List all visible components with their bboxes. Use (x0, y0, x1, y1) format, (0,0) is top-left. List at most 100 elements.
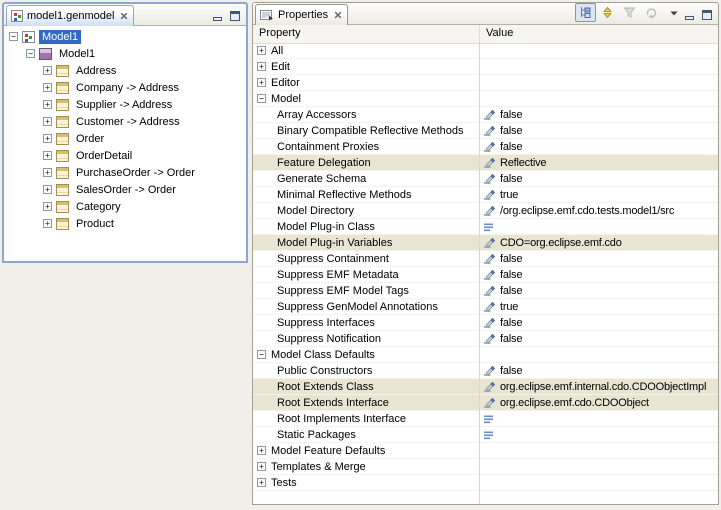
expand-icon[interactable]: + (43, 151, 52, 160)
property-row[interactable]: Model Plug-in VariablesCDO=org.eclipse.e… (253, 235, 718, 251)
expand-icon[interactable]: + (257, 462, 266, 471)
expand-icon[interactable]: + (257, 46, 266, 55)
property-value-cell: /org.eclipse.emf.cdo.tests.model1/src (479, 205, 718, 217)
property-category-row[interactable]: +All (253, 43, 718, 59)
pencil-value-icon (483, 333, 496, 345)
property-category-row[interactable]: +Edit (253, 59, 718, 75)
tree-item[interactable]: +PurchaseOrder -> Order (6, 164, 246, 181)
tree-item[interactable]: +SalesOrder -> Order (6, 181, 246, 198)
property-row[interactable]: Suppress GenModel Annotationstrue (253, 299, 718, 315)
property-name: Suppress Containment (253, 253, 389, 265)
property-value-cell: false (479, 333, 718, 345)
pencil-value-icon (483, 141, 496, 153)
collapse-icon[interactable]: − (26, 49, 35, 58)
property-category-row[interactable]: + Templates & Merge (253, 459, 718, 475)
editor-tab[interactable]: model1.genmodel (6, 5, 134, 26)
tree-item[interactable]: −Model1 (6, 45, 246, 62)
expand-icon[interactable]: + (43, 66, 52, 75)
show-tree-icon[interactable] (575, 3, 596, 22)
property-row[interactable]: Public Constructorsfalse (253, 363, 718, 379)
collapse-icon[interactable]: − (257, 350, 266, 359)
property-row[interactable]: Suppress EMF Model Tagsfalse (253, 283, 718, 299)
property-value: /org.eclipse.emf.cdo.tests.model1/src (500, 205, 674, 217)
property-row[interactable]: Model Directory/org.eclipse.emf.cdo.test… (253, 203, 718, 219)
expand-icon[interactable]: + (257, 446, 266, 455)
property-category-row[interactable]: +Tests (253, 475, 718, 491)
property-category-row[interactable]: −Model (253, 91, 718, 107)
tree-item[interactable]: +Supplier -> Address (6, 96, 246, 113)
property-row[interactable]: Generate Schemafalse (253, 171, 718, 187)
properties-view-icon (260, 9, 274, 21)
restore-default-icon[interactable] (641, 3, 662, 22)
expand-icon[interactable]: + (257, 62, 266, 71)
property-category-row[interactable]: +Editor (253, 75, 718, 91)
tab-close-icon[interactable] (334, 11, 342, 19)
property-name-cell: Suppress Notification (253, 333, 479, 345)
expand-icon[interactable]: + (43, 202, 52, 211)
property-row[interactable]: Model Plug-in Class (253, 219, 718, 235)
property-name-cell: Minimal Reflective Methods (253, 189, 479, 201)
properties-tab[interactable]: Properties (255, 4, 348, 25)
collapse-icon[interactable]: − (257, 94, 266, 103)
property-category-row[interactable]: +Model Feature Defaults (253, 443, 718, 459)
filter-icon[interactable] (619, 3, 640, 22)
property-name-cell: −Model Class Defaults (253, 349, 479, 361)
property-row[interactable]: Root Extends Classorg.eclipse.emf.intern… (253, 379, 718, 395)
property-value: org.eclipse.emf.internal.cdo.CDOObjectIm… (500, 381, 706, 393)
expand-icon[interactable]: + (43, 168, 52, 177)
value-column-header[interactable]: Value (479, 25, 718, 43)
tree-item[interactable]: +Customer -> Address (6, 113, 246, 130)
pencil-value-icon (483, 301, 496, 313)
genmodel-tree-root: −Model1−Model1+Address+Company -> Addres… (6, 28, 246, 232)
property-row[interactable]: Static Packages (253, 427, 718, 443)
property-value-cell: false (479, 253, 718, 265)
tree-item[interactable]: +Order (6, 130, 246, 147)
tree-item-label: Category (73, 200, 124, 214)
property-name-cell: Suppress GenModel Annotations (253, 301, 479, 313)
tree-item[interactable]: +Product (6, 215, 246, 232)
tree-item[interactable]: +Address (6, 62, 246, 79)
expand-icon[interactable]: + (43, 134, 52, 143)
property-row[interactable]: Feature DelegationReflective (253, 155, 718, 171)
property-row[interactable]: Binary Compatible Reflective Methodsfals… (253, 123, 718, 139)
property-row[interactable]: Suppress Interfacesfalse (253, 315, 718, 331)
property-value-cell: false (479, 269, 718, 281)
property-name-cell: +All (253, 45, 479, 57)
maximize-icon[interactable] (701, 10, 713, 21)
column-resize-handle[interactable] (479, 43, 480, 504)
minimize-icon[interactable] (212, 11, 224, 22)
expand-icon[interactable]: + (257, 78, 266, 87)
expand-icon[interactable]: + (43, 117, 52, 126)
class-icon (56, 167, 69, 179)
property-name: Generate Schema (253, 173, 366, 185)
property-category-row[interactable]: −Model Class Defaults (253, 347, 718, 363)
maximize-icon[interactable] (229, 11, 241, 22)
property-row[interactable]: Root Extends Interfaceorg.eclipse.emf.cd… (253, 395, 718, 411)
property-row[interactable]: Array Accessorsfalse (253, 107, 718, 123)
class-icon (56, 82, 69, 94)
collapse-icon[interactable]: − (9, 32, 18, 41)
category-label: Templates & Merge (271, 461, 366, 473)
expand-icon[interactable]: + (43, 83, 52, 92)
property-row[interactable]: Suppress Notificationfalse (253, 331, 718, 347)
tree-item[interactable]: + Category (6, 198, 246, 215)
tree-item[interactable]: +OrderDetail (6, 147, 246, 164)
property-row[interactable]: Suppress Containment false (253, 251, 718, 267)
property-value: CDO=org.eclipse.emf.cdo (500, 237, 622, 249)
property-value: false (500, 285, 522, 297)
expand-icon[interactable]: + (43, 100, 52, 109)
minimize-icon[interactable] (684, 10, 696, 21)
expand-icon[interactable]: + (43, 219, 52, 228)
property-row[interactable]: Root Implements Interface (253, 411, 718, 427)
property-row[interactable]: Minimal Reflective Methodstrue (253, 187, 718, 203)
show-categories-icon[interactable] (597, 3, 618, 22)
expand-icon[interactable]: + (43, 185, 52, 194)
tree-item[interactable]: −Model1 (6, 28, 246, 45)
tab-close-icon[interactable] (120, 12, 128, 20)
property-row[interactable]: Suppress EMF Metadatafalse (253, 267, 718, 283)
view-menu-icon[interactable] (663, 3, 684, 22)
tree-item[interactable]: +Company -> Address (6, 79, 246, 96)
expand-icon[interactable]: + (257, 478, 266, 487)
property-row[interactable]: Containment Proxiesfalse (253, 139, 718, 155)
property-column-header[interactable]: Property (253, 25, 479, 43)
